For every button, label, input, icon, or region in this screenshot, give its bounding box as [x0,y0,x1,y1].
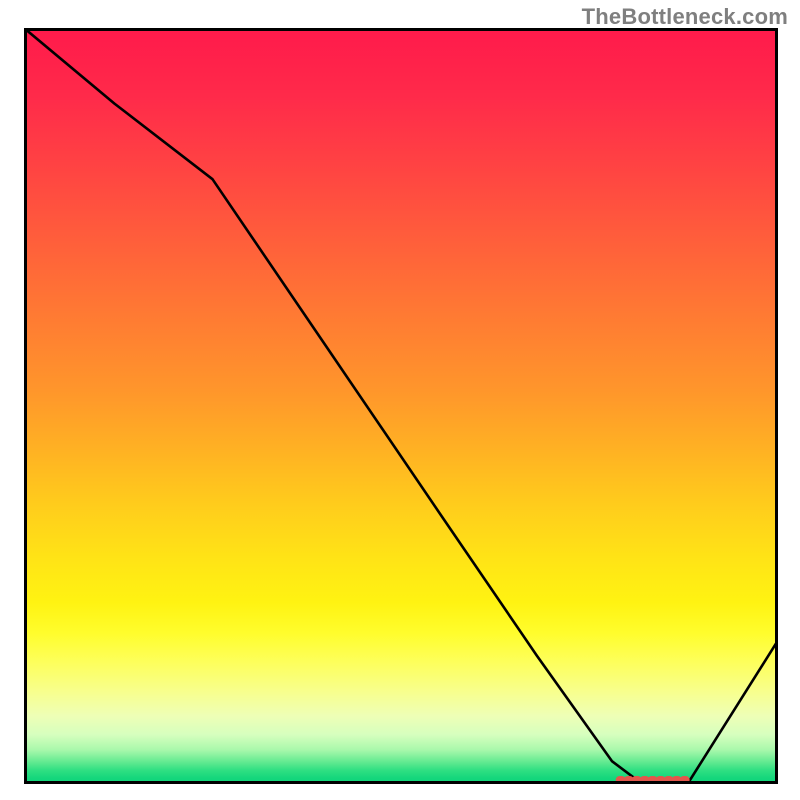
plot-frame [24,28,778,784]
plot-area [24,28,778,784]
plot-inner [24,28,778,784]
chart-root: TheBottleneck.com [0,0,800,800]
watermark-label: TheBottleneck.com [582,4,788,30]
